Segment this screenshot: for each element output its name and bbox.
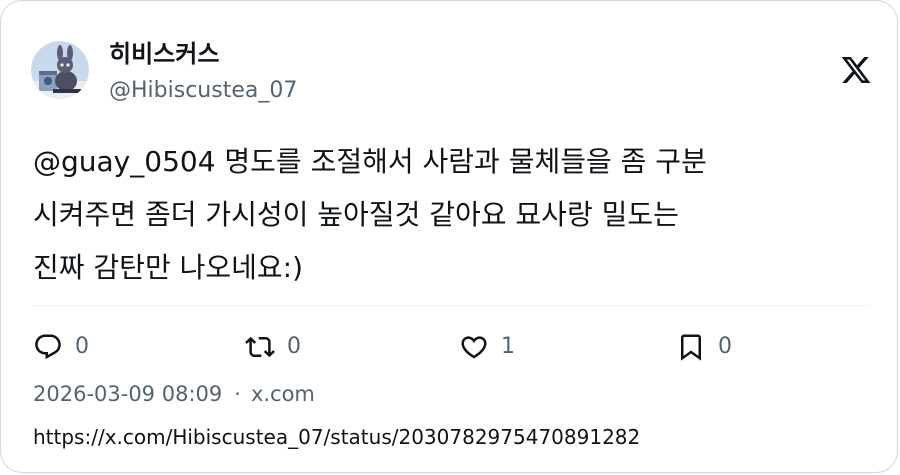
status-url[interactable]: https://x.com/Hibiscustea_07/status/2030…	[33, 423, 640, 451]
x-logo-icon[interactable]	[840, 54, 872, 86]
tweet-card: 히비스커스 @Hibiscustea_07 @guay_0504 명도를 조절해…	[0, 0, 898, 473]
reply-count: 0	[75, 334, 89, 359]
tweet-text: @guay_0504 명도를 조절해서 사람과 물체들을 좀 구분 시켜주면 좀…	[33, 145, 707, 284]
retweet-icon	[245, 332, 275, 362]
bookmark-icon	[676, 332, 706, 362]
retweet-count: 0	[287, 334, 301, 359]
tweet-meta: 2026-03-09 08:09 · x.com	[33, 379, 315, 409]
like-count: 1	[501, 334, 515, 359]
bookmark-count: 0	[718, 334, 732, 359]
meta-separator: ·	[234, 382, 241, 406]
display-name[interactable]: 히비스커스	[109, 39, 219, 69]
reply-button[interactable]: 0	[33, 331, 89, 363]
bookmark-button[interactable]: 0	[676, 331, 732, 363]
divider	[33, 305, 869, 306]
timestamp[interactable]: 2026-03-09 08:09	[33, 382, 222, 406]
heart-icon	[459, 332, 489, 362]
source-link[interactable]: x.com	[251, 382, 315, 406]
user-handle[interactable]: @Hibiscustea_07	[109, 77, 297, 105]
reply-icon	[33, 332, 63, 362]
retweet-button[interactable]: 0	[245, 331, 301, 363]
avatar[interactable]	[31, 41, 89, 99]
like-button[interactable]: 1	[459, 331, 515, 363]
